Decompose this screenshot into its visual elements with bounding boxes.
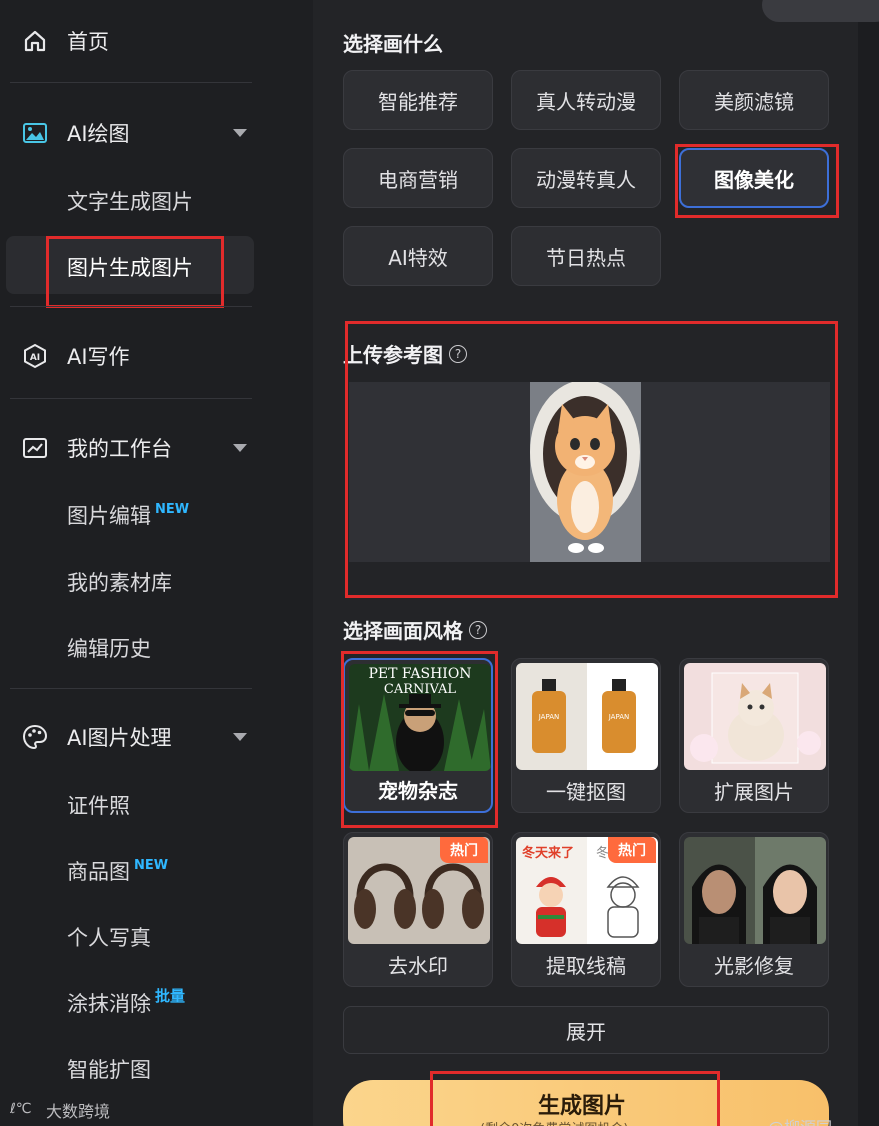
sidebar-item-label: 首页 xyxy=(67,30,109,54)
thumb-text: PET FASHION xyxy=(368,666,471,682)
sidebar-item-portrait[interactable]: 个人写真 xyxy=(67,922,151,952)
style-label: 提取线稿 xyxy=(546,953,626,978)
style-label: 宠物杂志 xyxy=(378,778,458,803)
ai-writing-icon: AI xyxy=(20,341,50,371)
chevron-down-icon[interactable] xyxy=(233,129,247,137)
image-icon xyxy=(20,118,50,148)
batch-badge: 批量 xyxy=(155,987,186,1005)
upload-title-text: 上传参考图 xyxy=(343,343,443,367)
sidebar: 首页 AI绘图 文字生成图片 图片生成图片 AI AI写作 我的工作台 图片编辑… xyxy=(0,0,313,1126)
style-title-text: 选择画面风格 xyxy=(343,619,463,643)
chip-beauty-filter[interactable]: 美颜滤镜 xyxy=(679,70,829,130)
sidebar-item-label: 商品图 xyxy=(67,860,130,884)
home-icon xyxy=(20,26,50,56)
new-badge: NEW xyxy=(155,502,190,517)
sidebar-item-ai-drawing[interactable]: AI绘图 xyxy=(0,108,313,158)
chip-image-beautify[interactable]: 图像美化 xyxy=(679,148,829,208)
chip-ecommerce[interactable]: 电商营销 xyxy=(343,148,493,208)
hot-badge: 热门 xyxy=(440,837,488,863)
style-label: 扩展图片 xyxy=(714,779,794,804)
chevron-down-icon[interactable] xyxy=(233,444,247,452)
help-icon[interactable]: ? xyxy=(449,344,467,363)
sidebar-item-workbench[interactable]: 我的工作台 xyxy=(0,423,313,473)
sidebar-item-image-edit[interactable]: 图片编辑 NEW xyxy=(67,500,189,530)
sidebar-item-product-image[interactable]: 商品图 NEW xyxy=(67,856,168,886)
sidebar-item-smart-expand[interactable]: 智能扩图 xyxy=(67,1054,151,1084)
sidebar-item-label: 图片编辑 xyxy=(67,504,151,528)
style-card-cutout[interactable]: JAPAN JAPAN 一键抠图 xyxy=(511,658,661,813)
sidebar-item-home[interactable]: 首页 xyxy=(0,16,313,66)
style-label: 一键抠图 xyxy=(546,779,626,804)
section-title-style: 选择画面风格 ? xyxy=(343,615,487,644)
style-label: 光影修复 xyxy=(714,953,794,978)
expand-button[interactable]: 展开 xyxy=(343,1006,829,1054)
style-thumb: JAPAN JAPAN xyxy=(516,663,658,770)
sidebar-item-erase[interactable]: 涂抹消除 批量 xyxy=(67,987,186,1018)
sidebar-item-label: 涂抹消除 xyxy=(67,992,151,1016)
sidebar-item-ai-writing[interactable]: AI AI写作 xyxy=(0,331,313,381)
divider xyxy=(10,688,252,689)
sidebar-item-label: AI绘图 xyxy=(67,122,130,146)
chip-smart-recommend[interactable]: 智能推荐 xyxy=(343,70,493,130)
divider xyxy=(10,306,252,307)
watermark-text: 大数跨境 xyxy=(46,1102,111,1121)
help-icon[interactable]: ? xyxy=(469,620,487,639)
style-card-remove-watermark[interactable]: 热门 去水印 xyxy=(343,832,493,987)
new-badge: NEW xyxy=(134,858,169,873)
sidebar-item-label: AI图片处理 xyxy=(67,726,172,750)
thumb-text: JAPAN xyxy=(538,713,560,721)
thumb-text: 冬天来了 xyxy=(522,845,574,861)
chip-ai-effects[interactable]: AI特效 xyxy=(343,226,493,286)
svg-text:AI: AI xyxy=(30,353,40,363)
sidebar-item-id-photo[interactable]: 证件照 xyxy=(67,790,130,820)
style-card-pet-magazine[interactable]: PET FASHION CARNIVAL 宠物杂志 xyxy=(343,658,493,813)
style-card-line-art[interactable]: 冬天来了 冬 热门 提取线稿 xyxy=(511,832,661,987)
reference-image[interactable] xyxy=(530,382,641,562)
section-title-choose: 选择画什么 xyxy=(343,32,443,56)
style-card-expand-image[interactable]: 扩展图片 xyxy=(679,658,829,813)
sidebar-item-edit-history[interactable]: 编辑历史 xyxy=(67,633,151,663)
chip-real-to-anime[interactable]: 真人转动漫 xyxy=(511,70,661,130)
chip-holiday[interactable]: 节日热点 xyxy=(511,226,661,286)
thumb-text: CARNIVAL xyxy=(384,682,457,697)
sidebar-item-ai-processing[interactable]: AI图片处理 xyxy=(0,712,313,762)
corner-text: @柳源园 xyxy=(768,1114,832,1126)
style-thumb xyxy=(684,837,826,944)
chevron-down-icon[interactable] xyxy=(233,733,247,741)
sidebar-item-material-library[interactable]: 我的素材库 xyxy=(67,567,172,597)
watermark: ℓ℃ 大数跨境 xyxy=(9,1098,111,1122)
sidebar-item-text-to-image[interactable]: 文字生成图片 xyxy=(67,186,193,216)
style-thumb xyxy=(684,663,826,770)
generate-button-subtext: (剩余0次免费尝试图机会) xyxy=(480,1118,628,1126)
divider xyxy=(10,82,252,83)
right-strip xyxy=(858,0,879,1126)
chart-icon xyxy=(20,433,50,463)
style-label: 去水印 xyxy=(388,953,448,978)
sidebar-item-image-to-image[interactable]: 图片生成图片 xyxy=(67,252,193,282)
palette-icon xyxy=(20,722,50,752)
section-title-upload: 上传参考图 ? xyxy=(343,339,467,368)
sidebar-item-label: 我的工作台 xyxy=(67,437,172,461)
sidebar-item-label: AI写作 xyxy=(67,345,130,369)
divider xyxy=(10,398,252,399)
thumb-text: JAPAN xyxy=(608,713,630,721)
top-pill[interactable] xyxy=(762,0,879,22)
watermark-logo-icon: ℓ℃ xyxy=(9,1099,40,1121)
generate-button-label: 生成图片 xyxy=(538,1094,627,1119)
hot-badge: 热门 xyxy=(608,837,656,863)
chip-anime-to-real[interactable]: 动漫转真人 xyxy=(511,148,661,208)
style-thumb: PET FASHION CARNIVAL xyxy=(349,664,491,771)
style-card-light-repair[interactable]: 光影修复 xyxy=(679,832,829,987)
svg-text:ℓ℃: ℓ℃ xyxy=(10,1101,32,1117)
